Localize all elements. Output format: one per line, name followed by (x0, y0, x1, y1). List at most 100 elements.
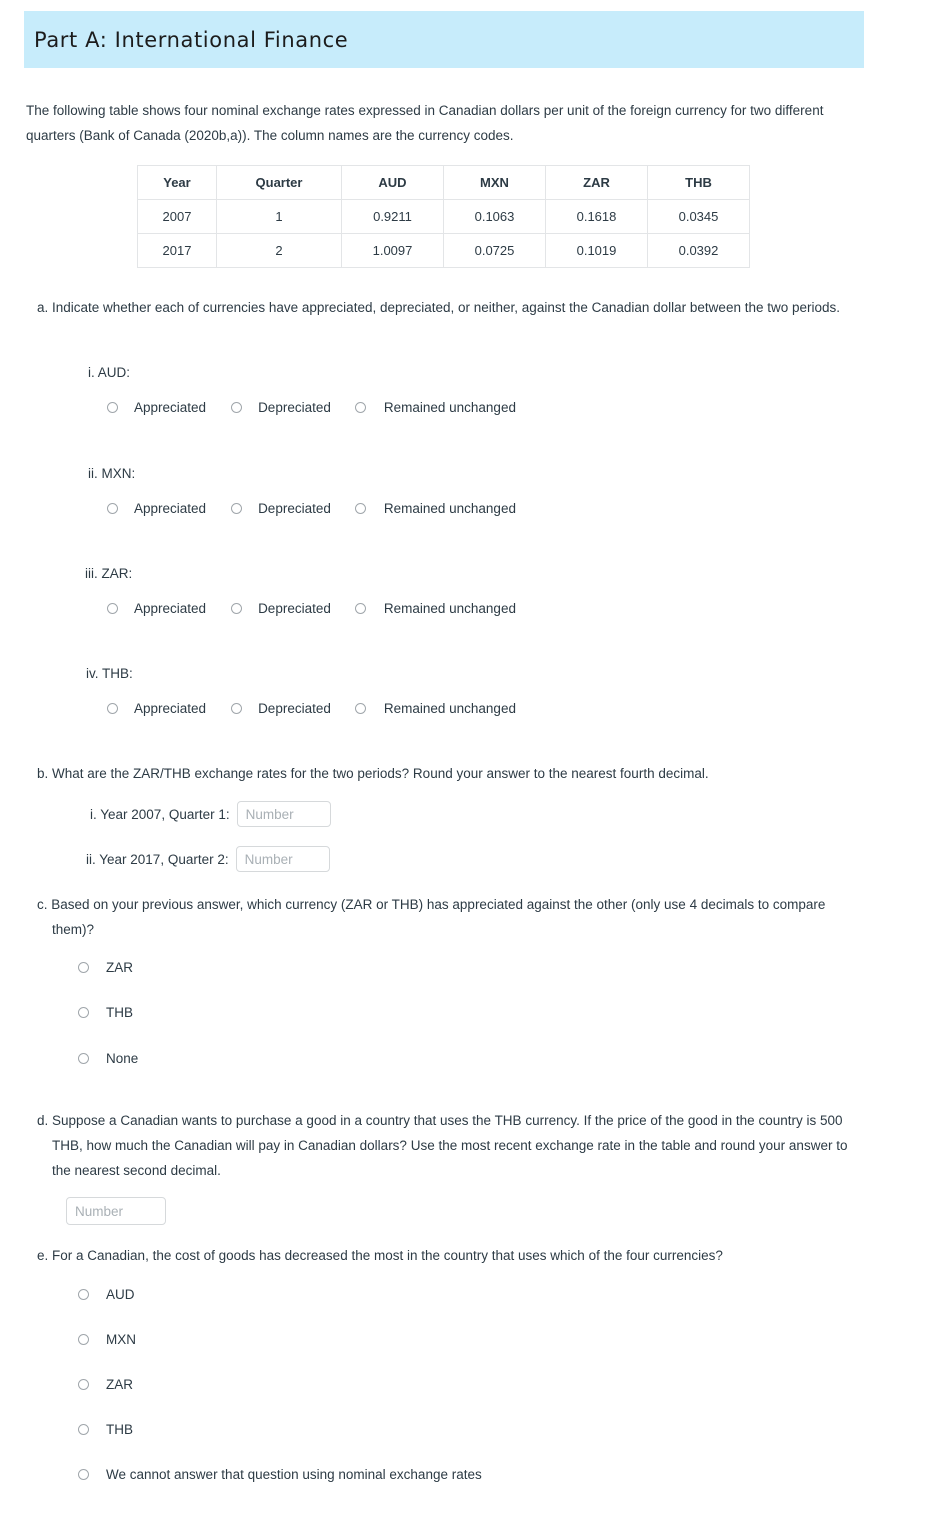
table-header-row: Year Quarter AUD MXN ZAR THB (137, 165, 750, 200)
radio-label: THB (106, 1005, 133, 1020)
radio-circle-icon[interactable] (78, 1289, 89, 1300)
intro-paragraph: The following table shows four nominal e… (26, 103, 824, 143)
radio-label: THB (106, 1422, 133, 1437)
input-zar-thb-2017[interactable] (235, 846, 330, 872)
radio-label: We cannot answer that question using nom… (106, 1467, 482, 1482)
question-a-item-zar: iii. ZAR: (85, 561, 913, 586)
radio-label: Appreciated (134, 601, 207, 616)
cell-mxn: 0.1063 (443, 199, 546, 234)
cell-aud: 0.9211 (341, 199, 444, 234)
radio-label: Depreciated (258, 400, 331, 415)
cell-quarter: 2 (216, 233, 342, 268)
field-row-year-2017: ii. Year 2017, Quarter 2: (86, 846, 330, 872)
radio-option-zar-unchanged[interactable]: Remained unchanged (354, 601, 516, 616)
radio-option-aud-unchanged[interactable]: Remained unchanged (354, 400, 516, 415)
radio-circle-icon[interactable] (231, 703, 243, 714)
radio-circle-icon[interactable] (78, 1007, 89, 1018)
radio-circle-icon[interactable] (78, 1469, 89, 1480)
radio-group-mxn: Appreciated Depreciated Remained unchang… (107, 501, 516, 516)
radio-option-mxn-unchanged[interactable]: Remained unchanged (354, 501, 516, 516)
section-banner: Part A: International Finance (24, 11, 864, 68)
sub-label-zar: iii. ZAR: (85, 566, 133, 581)
radio-option-thb-unchanged[interactable]: Remained unchanged (354, 701, 516, 716)
radio-option-aud-depreciated[interactable]: Depreciated (231, 400, 331, 415)
page-title: Part A: International Finance (34, 27, 349, 52)
field-label-year-2017: ii. Year 2017, Quarter 2: (86, 851, 229, 867)
radio-option-thb-depreciated[interactable]: Depreciated (231, 701, 331, 716)
question-b-text: b. What are the ZAR/THB exchange rates f… (37, 766, 709, 781)
radio-circle-icon[interactable] (107, 402, 118, 413)
radio-circle-icon[interactable] (107, 703, 118, 714)
radio-label: Remained unchanged (383, 701, 516, 716)
radio-circle-icon[interactable] (231, 503, 243, 514)
radio-label: AUD (106, 1287, 135, 1302)
radio-circle-icon[interactable] (354, 603, 366, 614)
radio-circle-icon[interactable] (354, 703, 366, 714)
cell-zar: 0.1618 (545, 199, 648, 234)
radio-option-e-aud[interactable]: AUD (78, 1287, 135, 1302)
radio-circle-icon[interactable] (354, 402, 366, 413)
radio-option-thb-appreciated[interactable]: Appreciated (107, 701, 206, 716)
radio-label: ZAR (106, 960, 133, 975)
radio-label: Remained unchanged (383, 400, 516, 415)
sub-label-thb: iv. THB: (86, 666, 133, 681)
radio-label: Depreciated (258, 501, 331, 516)
radio-circle-icon[interactable] (231, 603, 243, 614)
question-a: a. Indicate whether each of currencies h… (26, 295, 854, 320)
radio-label: Remained unchanged (383, 501, 516, 516)
radio-option-e-mxn[interactable]: MXN (78, 1332, 136, 1347)
radio-circle-icon[interactable] (78, 962, 89, 973)
radio-label: Appreciated (134, 501, 207, 516)
radio-group-aud: Appreciated Depreciated Remained unchang… (107, 400, 516, 415)
input-cad-price[interactable] (66, 1197, 166, 1225)
radio-option-e-thb[interactable]: THB (78, 1422, 133, 1437)
radio-circle-icon[interactable] (231, 402, 243, 413)
question-c-text: c. Based on your previous answer, which … (37, 897, 826, 937)
radio-option-mxn-appreciated[interactable]: Appreciated (107, 501, 206, 516)
radio-label: Appreciated (134, 701, 207, 716)
radio-label: Appreciated (134, 400, 207, 415)
sub-label-mxn: ii. MXN: (88, 466, 136, 481)
column-header-zar: ZAR (545, 165, 648, 200)
radio-option-mxn-depreciated[interactable]: Depreciated (231, 501, 331, 516)
question-b: b. What are the ZAR/THB exchange rates f… (26, 761, 854, 786)
column-header-mxn: MXN (443, 165, 546, 200)
field-label-year-2007: i. Year 2007, Quarter 1: (90, 806, 230, 822)
question-d: d. Suppose a Canadian wants to purchase … (26, 1108, 854, 1183)
cell-zar: 0.1019 (545, 233, 648, 268)
exchange-rate-table: Year Quarter AUD MXN ZAR THB 2007 1 0.92… (137, 165, 750, 268)
radio-circle-icon[interactable] (107, 603, 118, 614)
question-a-item-thb: iv. THB: (86, 661, 914, 686)
radio-circle-icon[interactable] (354, 503, 366, 514)
question-a-item-mxn: ii. MXN: (88, 461, 916, 486)
radio-option-e-zar[interactable]: ZAR (78, 1377, 133, 1392)
radio-circle-icon[interactable] (78, 1379, 89, 1390)
question-a-item-aud: i. AUD: (88, 360, 916, 385)
table-row: 2017 2 1.0097 0.0725 0.1019 0.0392 (137, 233, 750, 268)
input-zar-thb-2007[interactable] (236, 801, 331, 827)
radio-group-thb: Appreciated Depreciated Remained unchang… (107, 701, 516, 716)
field-row-cad-price (66, 1197, 166, 1225)
radio-option-e-cannot-answer[interactable]: We cannot answer that question using nom… (78, 1467, 482, 1482)
radio-circle-icon[interactable] (78, 1424, 89, 1435)
cell-year: 2007 (137, 199, 217, 234)
column-header-quarter: Quarter (216, 165, 342, 200)
radio-option-c-none[interactable]: None (78, 1051, 138, 1066)
radio-circle-icon[interactable] (78, 1334, 89, 1345)
question-e: e. For a Canadian, the cost of goods has… (26, 1243, 854, 1268)
question-e-text: e. For a Canadian, the cost of goods has… (37, 1248, 723, 1263)
cell-thb: 0.0392 (647, 233, 750, 268)
radio-option-aud-appreciated[interactable]: Appreciated (107, 400, 206, 415)
radio-circle-icon[interactable] (107, 503, 118, 514)
radio-option-c-thb[interactable]: THB (78, 1005, 133, 1020)
radio-option-zar-appreciated[interactable]: Appreciated (107, 601, 206, 616)
radio-label: Depreciated (258, 701, 331, 716)
cell-mxn: 0.0725 (443, 233, 546, 268)
question-a-text: a. Indicate whether each of currencies h… (37, 300, 841, 315)
radio-option-zar-depreciated[interactable]: Depreciated (231, 601, 331, 616)
radio-circle-icon[interactable] (78, 1053, 89, 1064)
radio-option-c-zar[interactable]: ZAR (78, 960, 133, 975)
quiz-page: Part A: International Finance The follow… (0, 0, 936, 1522)
question-c: c. Based on your previous answer, which … (26, 892, 854, 942)
column-header-thb: THB (647, 165, 750, 200)
